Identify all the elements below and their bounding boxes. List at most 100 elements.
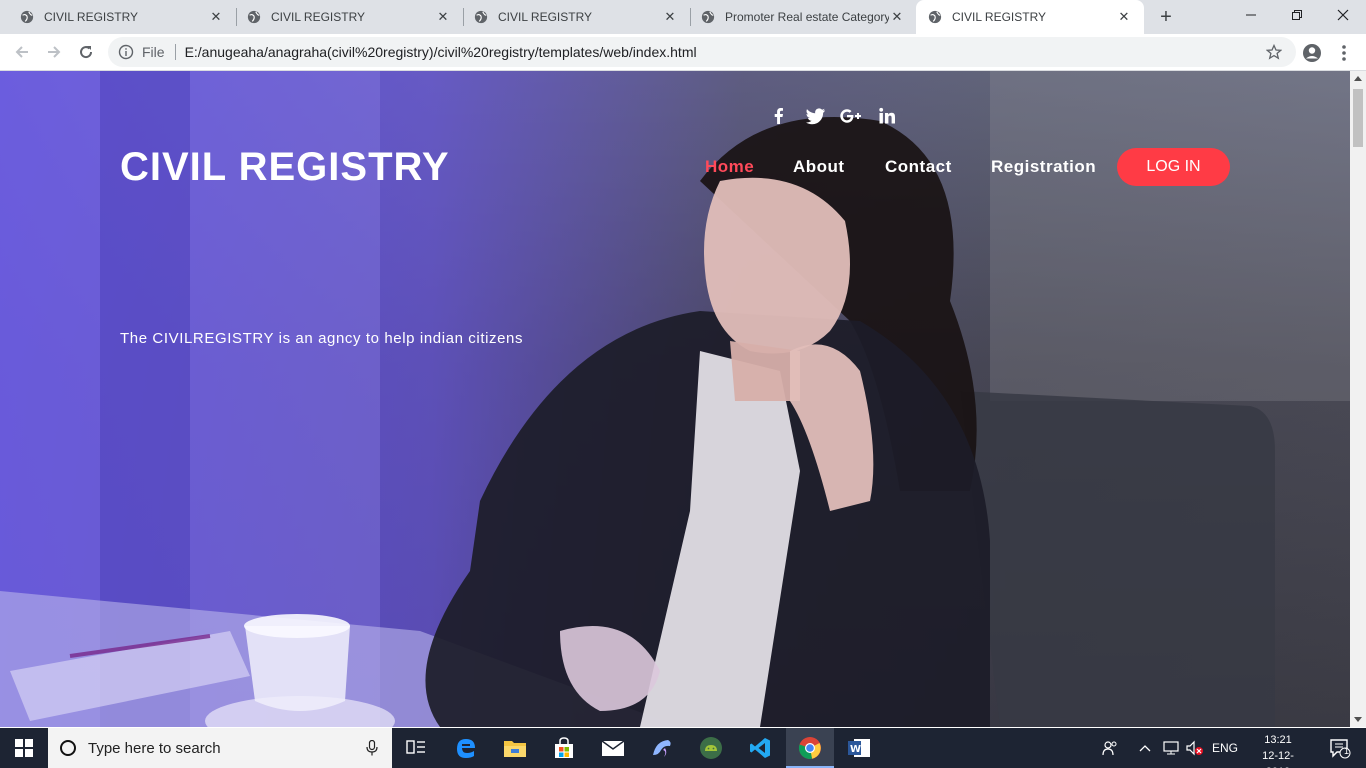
tab-strip: CIVIL REGISTRY ✕ CIVIL REGISTRY ✕ CIVIL … xyxy=(0,0,1366,34)
close-icon xyxy=(1337,9,1349,21)
folder-icon xyxy=(504,741,526,757)
taskbar-app-dolphin[interactable] xyxy=(638,728,686,768)
close-tab-icon[interactable]: ✕ xyxy=(435,9,451,25)
nav-contact-link[interactable]: Contact xyxy=(885,157,952,177)
word-icon: W xyxy=(848,739,870,757)
taskbar-search-box[interactable]: Type here to search xyxy=(48,728,392,768)
linkedin-icon[interactable] xyxy=(878,107,896,125)
tab-label: CIVIL REGISTRY xyxy=(271,10,366,24)
task-view-icon xyxy=(406,740,425,754)
globe-icon xyxy=(247,10,261,24)
kebab-menu-icon[interactable] xyxy=(1336,42,1352,64)
close-tab-icon[interactable]: ✕ xyxy=(662,9,678,25)
scroll-thumb[interactable] xyxy=(1353,89,1363,147)
taskbar-edge[interactable] xyxy=(442,728,490,768)
volume-button[interactable] xyxy=(1186,728,1206,768)
restore-icon xyxy=(1292,10,1302,20)
browser-tab-2[interactable]: CIVIL REGISTRY ✕ xyxy=(227,0,463,34)
globe-icon xyxy=(928,10,942,24)
arrow-left-icon xyxy=(15,46,28,58)
address-bar[interactable]: File E:/anugeaha/anagraha(civil%20regist… xyxy=(108,37,1296,67)
cortana-icon xyxy=(60,740,76,756)
windows-taskbar: Type here to search W ENG 13:21 12-12- 1 xyxy=(0,728,1366,768)
microphone-icon[interactable] xyxy=(366,740,378,756)
mail-envelope-icon xyxy=(601,740,625,756)
taskbar-word[interactable]: W xyxy=(835,728,883,768)
start-button[interactable] xyxy=(0,728,48,768)
tab-label: CIVIL REGISTRY xyxy=(498,10,593,24)
chrome-browser-icon xyxy=(798,737,821,759)
browser-tab-1[interactable]: CIVIL REGISTRY ✕ xyxy=(0,0,236,34)
forward-button[interactable] xyxy=(42,40,66,64)
store-bag-icon xyxy=(555,737,573,758)
reload-button[interactable] xyxy=(74,40,98,64)
hero-section: CIVIL REGISTRY Home About Contact Regist… xyxy=(0,71,1350,727)
tab-label: CIVIL REGISTRY xyxy=(44,10,139,24)
facebook-icon[interactable] xyxy=(770,107,788,125)
info-icon[interactable] xyxy=(118,44,134,60)
clock-time: 13:21 xyxy=(1264,734,1292,746)
browser-toolbar: File E:/anugeaha/anagraha(civil%20regist… xyxy=(0,34,1366,71)
divider xyxy=(174,44,176,60)
login-button[interactable]: LOG IN xyxy=(1117,148,1230,186)
site-brand-logo[interactable]: CIVIL REGISTRY xyxy=(120,145,450,190)
search-placeholder: Type here to search xyxy=(88,739,221,757)
task-view-button[interactable] xyxy=(392,728,440,768)
reload-icon xyxy=(80,46,93,59)
close-window-button[interactable] xyxy=(1320,0,1366,30)
network-button[interactable] xyxy=(1161,728,1183,768)
volume-muted-icon xyxy=(1186,740,1203,756)
notification-count: 1 xyxy=(1344,746,1350,756)
nav-home-link[interactable]: Home xyxy=(705,157,754,177)
input-language[interactable]: ENG xyxy=(1212,728,1240,768)
taskbar-mail[interactable] xyxy=(589,728,637,768)
taskbar-clock[interactable]: 13:21 12-12-2019 xyxy=(1250,732,1306,768)
taskbar-vscode[interactable] xyxy=(736,728,784,768)
new-tab-button[interactable]: + xyxy=(1155,6,1177,28)
network-disconnected-icon xyxy=(1163,741,1179,755)
browser-tab-4[interactable]: Promoter Real estate Category ✕ xyxy=(681,0,917,34)
page-scrollbar[interactable] xyxy=(1350,71,1366,727)
scroll-up-arrow-icon[interactable] xyxy=(1354,76,1362,81)
browser-tab-5-active[interactable]: CIVIL REGISTRY ✕ xyxy=(916,0,1144,34)
windows-logo-icon xyxy=(15,739,33,757)
browser-tab-3[interactable]: CIVIL REGISTRY ✕ xyxy=(454,0,690,34)
taskbar-store[interactable] xyxy=(540,728,588,768)
back-button[interactable] xyxy=(10,40,34,64)
show-hidden-icons-button[interactable] xyxy=(1139,728,1153,768)
close-tab-icon[interactable]: ✕ xyxy=(889,9,905,25)
globe-icon xyxy=(20,10,34,24)
close-tab-icon[interactable]: ✕ xyxy=(208,9,224,25)
restore-button[interactable] xyxy=(1274,0,1320,30)
scroll-down-arrow-icon[interactable] xyxy=(1354,717,1362,722)
action-center-button[interactable]: 1 xyxy=(1320,728,1360,768)
vscode-icon xyxy=(750,738,770,758)
taskbar-file-explorer[interactable] xyxy=(491,728,539,768)
taskbar-android-studio[interactable] xyxy=(687,728,735,768)
profile-avatar-icon[interactable] xyxy=(1301,42,1323,64)
hero-tagline: The CIVILREGISTRY is an agncy to help in… xyxy=(120,330,524,347)
clock-date: 12-12-2019 xyxy=(1262,750,1294,768)
arrow-right-icon xyxy=(48,46,61,58)
globe-icon xyxy=(474,10,488,24)
dolphin-app-icon xyxy=(653,740,671,757)
close-tab-icon[interactable]: ✕ xyxy=(1116,9,1132,25)
people-button[interactable] xyxy=(1102,728,1120,768)
people-icon xyxy=(1102,741,1117,756)
android-studio-icon xyxy=(700,737,722,759)
nav-registration-link[interactable]: Registration xyxy=(991,157,1096,177)
url-text[interactable]: E:/anugeaha/anagraha(civil%20registry)/c… xyxy=(185,44,697,60)
minimize-button[interactable] xyxy=(1228,0,1274,30)
taskbar-chrome-active[interactable] xyxy=(786,728,834,768)
twitter-icon[interactable] xyxy=(806,107,826,125)
edge-browser-icon xyxy=(457,739,475,758)
minimize-icon xyxy=(1246,14,1256,16)
chevron-up-icon xyxy=(1139,745,1151,752)
tab-label: CIVIL REGISTRY xyxy=(952,10,1047,24)
bookmark-star-icon[interactable] xyxy=(1266,44,1282,60)
scheme-label: File xyxy=(142,44,165,60)
nav-about-link[interactable]: About xyxy=(793,157,845,177)
google-plus-icon[interactable] xyxy=(840,107,862,125)
tab-label: Promoter Real estate Category xyxy=(725,10,889,24)
globe-icon xyxy=(701,10,715,24)
